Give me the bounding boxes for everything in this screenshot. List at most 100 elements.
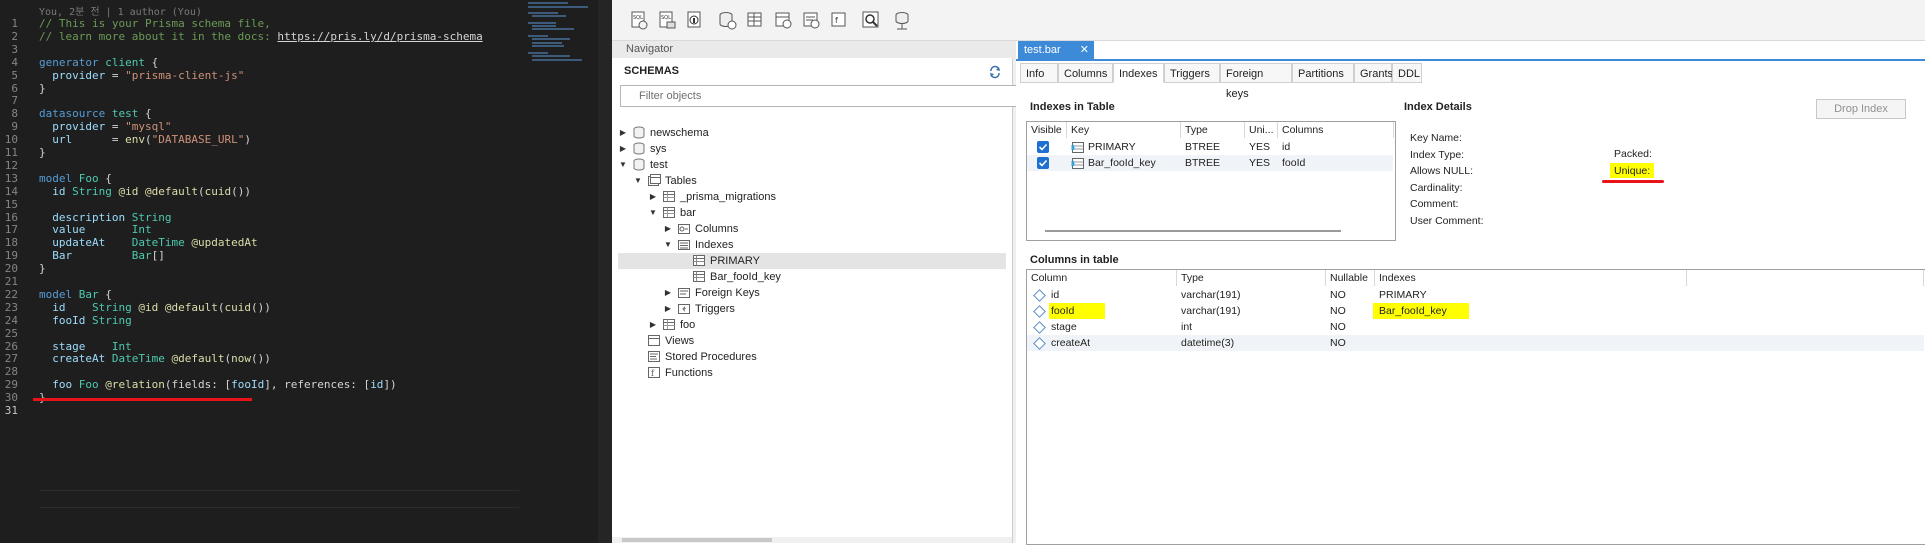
column-name-cell: stage — [1027, 319, 1077, 335]
editor-scrollbar[interactable] — [598, 0, 612, 543]
tree-item[interactable]: ▶ Triggers — [618, 301, 735, 317]
tree-item[interactable]: ▼ test — [618, 157, 668, 173]
indexes-column-header[interactable]: Key — [1067, 122, 1181, 138]
tree-item[interactable]: ▶ Columns — [618, 221, 738, 237]
column-row[interactable]: id varchar(191) NO PRIMARY — [1027, 287, 1924, 303]
code-line[interactable]: } — [39, 261, 46, 277]
columns-column-header[interactable]: Nullable — [1326, 270, 1375, 286]
expand-arrow-icon[interactable]: ▶ — [663, 301, 673, 317]
tree-item[interactable]: ▼ Tables — [618, 173, 697, 189]
drop-index-button[interactable]: Drop Index — [1816, 99, 1906, 119]
expand-arrow-icon[interactable]: ▶ — [648, 189, 658, 205]
create-schema-icon[interactable] — [716, 9, 738, 31]
index-key-cell: PRIMARY — [1067, 139, 1136, 155]
code-line[interactable]: foo Foo @relation(fields: [fooId], refer… — [39, 377, 396, 393]
code-line[interactable]: // learn more about it in the docs: http… — [39, 29, 483, 45]
code-line[interactable]: url = env("DATABASE_URL") — [39, 132, 251, 148]
code-line[interactable]: } — [39, 145, 46, 161]
search-table-data-icon[interactable] — [860, 9, 882, 31]
svg-text:SQL: SQL — [633, 15, 643, 21]
tree-item[interactable]: ▶ sys — [618, 141, 667, 157]
index-columns-cell: id — [1282, 141, 1291, 153]
code-line[interactable]: provider = "prisma-client-js" — [39, 68, 244, 84]
tree-item-label: sys — [650, 143, 667, 155]
expand-arrow-icon[interactable]: ▶ — [618, 141, 628, 157]
tree-item-label: Foreign Keys — [695, 287, 760, 299]
code-line[interactable]: createAt DateTime @default(now()) — [39, 351, 271, 367]
tree-item-label: bar — [680, 207, 696, 219]
tree-item[interactable]: PRIMARY — [618, 253, 1006, 269]
refresh-icon[interactable] — [988, 65, 1002, 79]
tree-item[interactable]: f Functions — [618, 365, 713, 381]
code-line[interactable]: Bar Bar[] — [39, 248, 165, 264]
tree-item[interactable]: ▼ bar — [618, 205, 696, 221]
columns-column-header[interactable]: Indexes — [1375, 270, 1687, 286]
close-icon[interactable]: ✕ — [1080, 41, 1089, 59]
visible-checkbox[interactable] — [1037, 157, 1049, 169]
column-type-cell: varchar(191) — [1181, 289, 1241, 301]
subtab-grants[interactable]: Grants — [1354, 63, 1393, 83]
columns-grid[interactable]: Column Type Nullable Indexes id varchar(191) N… — [1026, 269, 1925, 545]
tree-item[interactable]: ▶ foo — [618, 317, 695, 333]
indexes-column-header[interactable]: Uni... — [1245, 122, 1278, 138]
new-sql-tab-icon[interactable]: SQL — [628, 9, 650, 31]
minimap[interactable] — [528, 2, 598, 62]
tree-item[interactable]: Bar_fooId_key — [618, 269, 781, 285]
collapse-arrow-icon[interactable]: ▼ — [618, 157, 628, 173]
indexes-hscroll-thumb[interactable] — [1045, 230, 1341, 232]
expand-arrow-icon[interactable]: ▶ — [648, 317, 658, 333]
columns-column-header[interactable]: Type — [1177, 270, 1326, 286]
columns-column-header[interactable]: Column — [1027, 270, 1177, 286]
expand-arrow-icon[interactable]: ▶ — [618, 125, 628, 141]
collapse-arrow-icon[interactable]: ▼ — [633, 173, 643, 189]
doc-tab-test-bar[interactable]: test.bar ✕ — [1018, 41, 1094, 59]
collapse-arrow-icon[interactable]: ▼ — [663, 237, 673, 253]
indexes-column-header[interactable]: Visible — [1027, 122, 1067, 138]
subtab-partitions[interactable]: Partitions — [1292, 63, 1354, 83]
column-row[interactable]: stage int NO — [1027, 319, 1924, 335]
create-procedure-icon[interactable] — [800, 9, 822, 31]
index-row[interactable]: PRIMARY BTREE YES id — [1027, 139, 1393, 155]
inspector-icon[interactable] — [684, 9, 706, 31]
code-line[interactable]: } — [39, 81, 46, 97]
subtab-foreign-keys[interactable]: Foreign keys — [1220, 63, 1292, 100]
code-token: createAt — [39, 352, 106, 366]
code-token: fooId — [39, 313, 86, 327]
indexes-column-header[interactable]: Columns — [1278, 122, 1394, 138]
column-row[interactable]: fooId varchar(191) NO Bar_fooId_key — [1027, 303, 1924, 319]
collapse-arrow-icon[interactable]: ▼ — [648, 205, 658, 221]
subtab-indexes[interactable]: Indexes — [1113, 63, 1164, 83]
tree-item[interactable]: Stored Procedures — [618, 349, 757, 365]
code-editor[interactable]: You, 2분 전 | 1 author (You) 1 2 3 4 5 6 7 8 9 10 11… — [0, 0, 612, 543]
subtab-columns[interactable]: Columns — [1058, 63, 1113, 83]
navigator-hscroll-thumb[interactable] — [622, 538, 772, 542]
tree-item[interactable]: ▶ _prisma_migrations — [618, 189, 776, 205]
tree-item[interactable]: Views — [618, 333, 694, 349]
table-icon — [662, 190, 676, 203]
visible-checkbox[interactable] — [1037, 141, 1049, 153]
expand-arrow-icon[interactable]: ▶ — [663, 285, 673, 301]
tree-item-label: PRIMARY — [710, 255, 760, 267]
code-line[interactable]: fooId String — [39, 313, 131, 329]
code-line[interactable]: id String @id @default(cuid()) — [39, 184, 251, 200]
tree-item[interactable]: ▼ Indexes — [618, 237, 734, 253]
tree-item[interactable]: ▶ Foreign Keys — [618, 285, 760, 301]
subtab-info[interactable]: Info — [1020, 63, 1058, 83]
reconnect-icon[interactable] — [892, 9, 914, 31]
indexes-column-header[interactable]: Type — [1181, 122, 1245, 138]
filter-objects-input[interactable] — [620, 85, 1026, 107]
create-table-icon[interactable] — [744, 9, 766, 31]
column-row[interactable]: createAt datetime(3) NO — [1027, 335, 1924, 351]
tree-item-label: Stored Procedures — [665, 351, 757, 363]
tables-folder-icon — [647, 174, 661, 187]
expand-arrow-icon[interactable]: ▶ — [663, 221, 673, 237]
create-function-icon[interactable]: f — [828, 9, 850, 31]
subtab-ddl[interactable]: DDL — [1392, 63, 1422, 83]
index-row[interactable]: Bar_fooId_key BTREE YES fooId — [1027, 155, 1393, 171]
code-token: now — [231, 352, 251, 366]
tree-item[interactable]: ▶ newschema — [618, 125, 709, 141]
create-view-icon[interactable] — [772, 9, 794, 31]
indexes-grid[interactable]: Visible Key Type Uni... Columns PRIMARY BTREE Y… — [1026, 121, 1396, 241]
subtab-triggers[interactable]: Triggers — [1164, 63, 1220, 83]
open-sql-script-icon[interactable]: SQL — [656, 9, 678, 31]
